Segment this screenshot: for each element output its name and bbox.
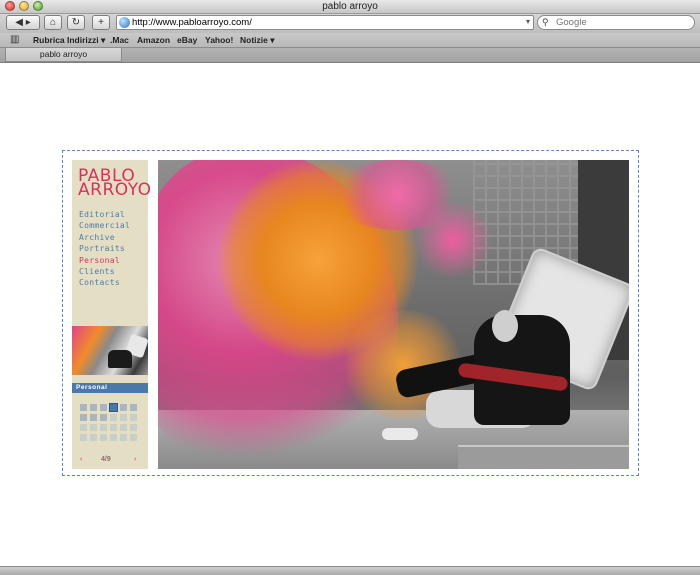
- grid-cell-empty: [90, 424, 97, 431]
- nav-item-personal[interactable]: Personal: [79, 255, 130, 266]
- window-title: pablo arroyo: [322, 1, 378, 12]
- site-nav: Editorial Commercial Archive Portraits P…: [79, 209, 130, 289]
- grid-cell-empty: [110, 434, 117, 441]
- bookmark-amazon[interactable]: Amazon: [137, 33, 170, 47]
- grid-thumb-2[interactable]: [90, 404, 97, 411]
- back-forward-button[interactable]: ◀ ▸: [6, 15, 40, 30]
- bookmark-yahoo[interactable]: Yahoo!: [205, 33, 233, 47]
- grid-cell-empty: [100, 434, 107, 441]
- grid-cell-empty: [120, 434, 127, 441]
- search-icon: ⚲: [542, 17, 549, 27]
- grid-cell-empty: [120, 414, 127, 421]
- bookmark-notizie[interactable]: Notizie ▾: [240, 33, 275, 47]
- search-input[interactable]: [556, 16, 686, 29]
- grid-thumb-8[interactable]: [90, 414, 97, 421]
- nav-item-archive[interactable]: Archive: [79, 232, 130, 243]
- grid-thumb-1[interactable]: [80, 404, 87, 411]
- grid-cell-empty: [120, 424, 127, 431]
- address-text[interactable]: http://www.pabloarroyo.com/: [132, 16, 252, 29]
- grid-cell-empty: [90, 434, 97, 441]
- pager-next-button[interactable]: ›: [134, 456, 136, 464]
- browser-toolbar: ◀ ▸ ⌂ ↻ + http://www.pabloarroyo.com/ ▾ …: [0, 14, 700, 33]
- grid-thumb-9[interactable]: [100, 414, 107, 421]
- photo-curb: [458, 445, 629, 469]
- nav-item-editorial[interactable]: Editorial: [79, 209, 130, 220]
- chevron-down-icon[interactable]: ▾: [526, 17, 530, 26]
- search-field[interactable]: ⚲: [537, 15, 695, 30]
- globe-icon: [119, 17, 130, 28]
- thumbnail-grid: [80, 404, 137, 441]
- tab-strip: pablo arroyo: [0, 48, 700, 63]
- bookmark-rubrica[interactable]: Rubrica Indirizzi ▾: [33, 33, 105, 47]
- photo-paint-pink-mid: [408, 200, 498, 280]
- window-titlebar: pablo arroyo: [0, 0, 700, 14]
- tab-pablo-arroyo[interactable]: pablo arroyo: [5, 48, 122, 62]
- thumbnail-figure: [108, 350, 132, 368]
- bookmark-ebay[interactable]: eBay: [177, 33, 197, 47]
- nav-item-clients[interactable]: Clients: [79, 266, 130, 277]
- grid-thumb-7[interactable]: [80, 414, 87, 421]
- grid-thumb-6[interactable]: [130, 404, 137, 411]
- grid-thumb-4[interactable]: [110, 404, 117, 411]
- grid-cell-empty: [80, 424, 87, 431]
- bookmarks-bar: ▥ Rubrica Indirizzi ▾ .Mac Amazon eBay Y…: [0, 33, 700, 48]
- bookmark-mac[interactable]: .Mac: [110, 33, 129, 47]
- logo-line-2: ARROYO: [78, 180, 152, 200]
- grid-cell-empty: [110, 414, 117, 421]
- section-title: Personal: [72, 383, 148, 393]
- photo-shoe: [382, 428, 418, 440]
- address-bar[interactable]: http://www.pabloarroyo.com/ ▾: [116, 15, 534, 30]
- home-icon[interactable]: ⌂: [44, 15, 62, 30]
- nav-item-portraits[interactable]: Portraits: [79, 243, 130, 254]
- pager-count: 4/9: [101, 456, 111, 463]
- nav-item-commercial[interactable]: Commercial: [79, 220, 130, 231]
- photo-head: [492, 310, 518, 342]
- grid-cell-empty: [130, 434, 137, 441]
- thumbnail-image[interactable]: [72, 326, 148, 375]
- site-sidebar: PABLO ARROYO Editorial Commercial Archiv…: [72, 160, 151, 469]
- grid-cell-empty: [80, 434, 87, 441]
- grid-cell-empty: [100, 424, 107, 431]
- grid-cell-empty: [130, 424, 137, 431]
- grid-thumb-5[interactable]: [120, 404, 127, 411]
- add-bookmark-icon[interactable]: +: [92, 15, 110, 30]
- bookmarks-book-icon[interactable]: ▥: [10, 34, 19, 45]
- reload-icon[interactable]: ↻: [67, 15, 85, 30]
- grid-cell-empty: [130, 414, 137, 421]
- grid-cell-empty: [110, 424, 117, 431]
- main-photo[interactable]: [158, 160, 629, 469]
- grid-thumb-3[interactable]: [100, 404, 107, 411]
- pager-prev-button[interactable]: ‹: [80, 456, 82, 464]
- site-logo[interactable]: PABLO ARROYO: [78, 168, 152, 200]
- nav-item-contacts[interactable]: Contacts: [79, 277, 130, 288]
